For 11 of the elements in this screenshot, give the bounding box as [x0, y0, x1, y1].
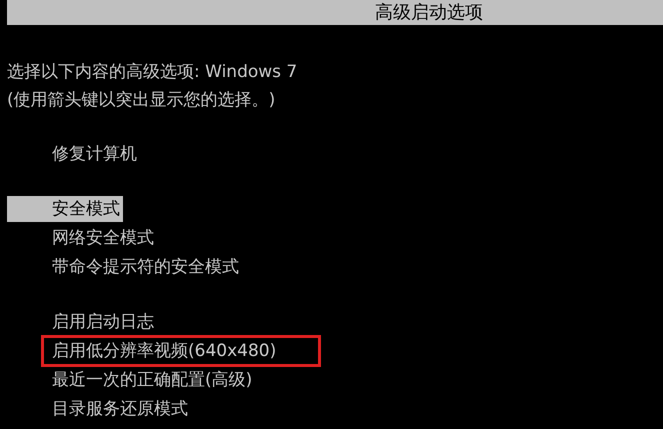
window-title: 高级启动选项	[375, 2, 483, 23]
menu-item[interactable]: 安全模式	[7, 196, 123, 222]
menu-item[interactable]: 网络安全模式	[7, 225, 157, 251]
menu-item[interactable]: 带命令提示符的安全模式	[7, 254, 242, 280]
menu-item[interactable]: 最近一次的正确配置(高级)	[7, 367, 256, 393]
menu-item[interactable]: 目录服务还原模式	[7, 396, 191, 422]
instruction-text: (使用箭头键以突出显示您的选择。)	[7, 89, 276, 112]
instruction-text: 选择以下内容的高级选项: Windows 7	[7, 61, 298, 84]
menu-item[interactable]: 启用低分辨率视频(640x480)	[44, 338, 318, 364]
menu-item[interactable]: 修复计算机	[7, 141, 140, 167]
menu-item[interactable]: 启用启动日志	[7, 309, 157, 335]
